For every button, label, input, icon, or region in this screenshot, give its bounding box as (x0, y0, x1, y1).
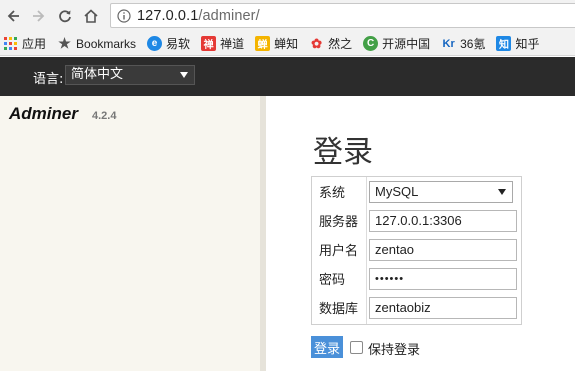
bookmark-chanzhi[interactable]: 蝉 蝉知 (255, 35, 298, 52)
page-title: 登录 (313, 135, 373, 170)
bookmark-zentao[interactable]: 禅 禅道 (201, 35, 244, 52)
chevron-down-icon (498, 189, 506, 195)
bookmark-label: 应用 (22, 37, 47, 51)
browser-toolbar: 127.0.0.1/adminer/ (0, 0, 575, 32)
zentao-logo-icon: 禅 (201, 36, 217, 51)
server-input[interactable]: 127.0.0.1:3306 (369, 210, 517, 232)
bookmark-label: 知乎 (515, 37, 540, 51)
app-version[interactable]: 4.2.4 (92, 110, 116, 122)
sidebar: Adminer 4.2.4 (0, 96, 260, 371)
reload-icon (59, 10, 71, 23)
bookmark-apps[interactable]: 应用 (3, 35, 46, 52)
ie-logo-icon: e (147, 36, 163, 51)
kr36-logo-icon: Kr (442, 37, 455, 50)
address-bar[interactable]: 127.0.0.1/adminer/ (110, 3, 575, 28)
zhihu-logo-icon: 知 (496, 36, 512, 51)
language-label: 语言: (33, 72, 64, 87)
bookmark-zhihu[interactable]: 知 知乎 (496, 35, 540, 52)
password-label: 密码 (319, 273, 346, 288)
home-button[interactable] (78, 3, 104, 29)
bookmarks-bar: 应用 ★ Bookmarks e 易软 禅 禅道 蝉 蝉知 ✿ 然之 C 开源中… (0, 32, 575, 56)
chanzhi-logo-icon: 蝉 (255, 36, 271, 51)
language-selected-value: 简体中文 (71, 67, 124, 82)
ranzhi-logo-icon: ✿ (311, 35, 323, 51)
system-select[interactable]: MySQL (369, 181, 513, 203)
star-icon: ★ (58, 35, 71, 51)
database-label: 数据库 (319, 302, 359, 317)
apps-grid-icon (3, 36, 18, 51)
bookmark-ranzhi[interactable]: ✿ 然之 (309, 35, 352, 52)
bookmark-label: 然之 (328, 37, 353, 51)
language-bar: 语言: 简体中文 (0, 57, 575, 96)
system-value: MySQL (375, 184, 419, 199)
language-select[interactable]: 简体中文 (65, 65, 195, 85)
username-label: 用户名 (319, 244, 359, 259)
url-host: 127.0.0.1 (137, 7, 199, 24)
permanent-login-checkbox[interactable] (350, 341, 363, 354)
panel-divider (260, 96, 266, 371)
home-icon (84, 9, 98, 23)
forward-arrow-icon (33, 10, 45, 22)
form-divider (366, 177, 367, 324)
reload-button[interactable] (52, 3, 78, 29)
bookmark-label: 开源中国 (382, 37, 431, 51)
login-button[interactable]: 登录 (311, 336, 343, 358)
bookmark-label: 易软 (166, 37, 191, 51)
app-title[interactable]: Adminer (9, 104, 78, 124)
database-input[interactable]: zentaobiz (369, 297, 517, 319)
bookmark-label: 36氪 (460, 37, 486, 51)
bookmark-36kr[interactable]: Kr 36氪 (441, 35, 486, 52)
password-input[interactable]: •••••• (369, 268, 517, 290)
bookmark-yiruan[interactable]: e 易软 (147, 35, 190, 52)
system-label: 系统 (319, 186, 346, 201)
bookmark-label: 蝉知 (274, 37, 299, 51)
username-input[interactable]: zentao (369, 239, 517, 261)
back-arrow-icon (7, 10, 19, 22)
url-text: 127.0.0.1/adminer/ (137, 8, 260, 24)
back-button[interactable] (0, 3, 26, 29)
oschina-logo-icon: C (363, 36, 379, 51)
permanent-login-label[interactable]: 保持登录 (368, 339, 420, 358)
chevron-down-icon (180, 72, 188, 78)
bookmark-label: Bookmarks (76, 36, 137, 51)
server-label: 服务器 (319, 215, 359, 230)
forward-button[interactable] (26, 3, 52, 29)
site-info-icon[interactable] (111, 8, 137, 23)
bookmark-oschina[interactable]: C 开源中国 (363, 35, 430, 52)
url-path: /adminer/ (198, 7, 260, 24)
login-form: 系统 MySQL 服务器 127.0.0.1:3306 用户名 zentao 密… (311, 176, 522, 325)
bookmark-bookmarks[interactable]: ★ Bookmarks (57, 35, 137, 51)
bookmark-label: 禅道 (220, 37, 245, 51)
